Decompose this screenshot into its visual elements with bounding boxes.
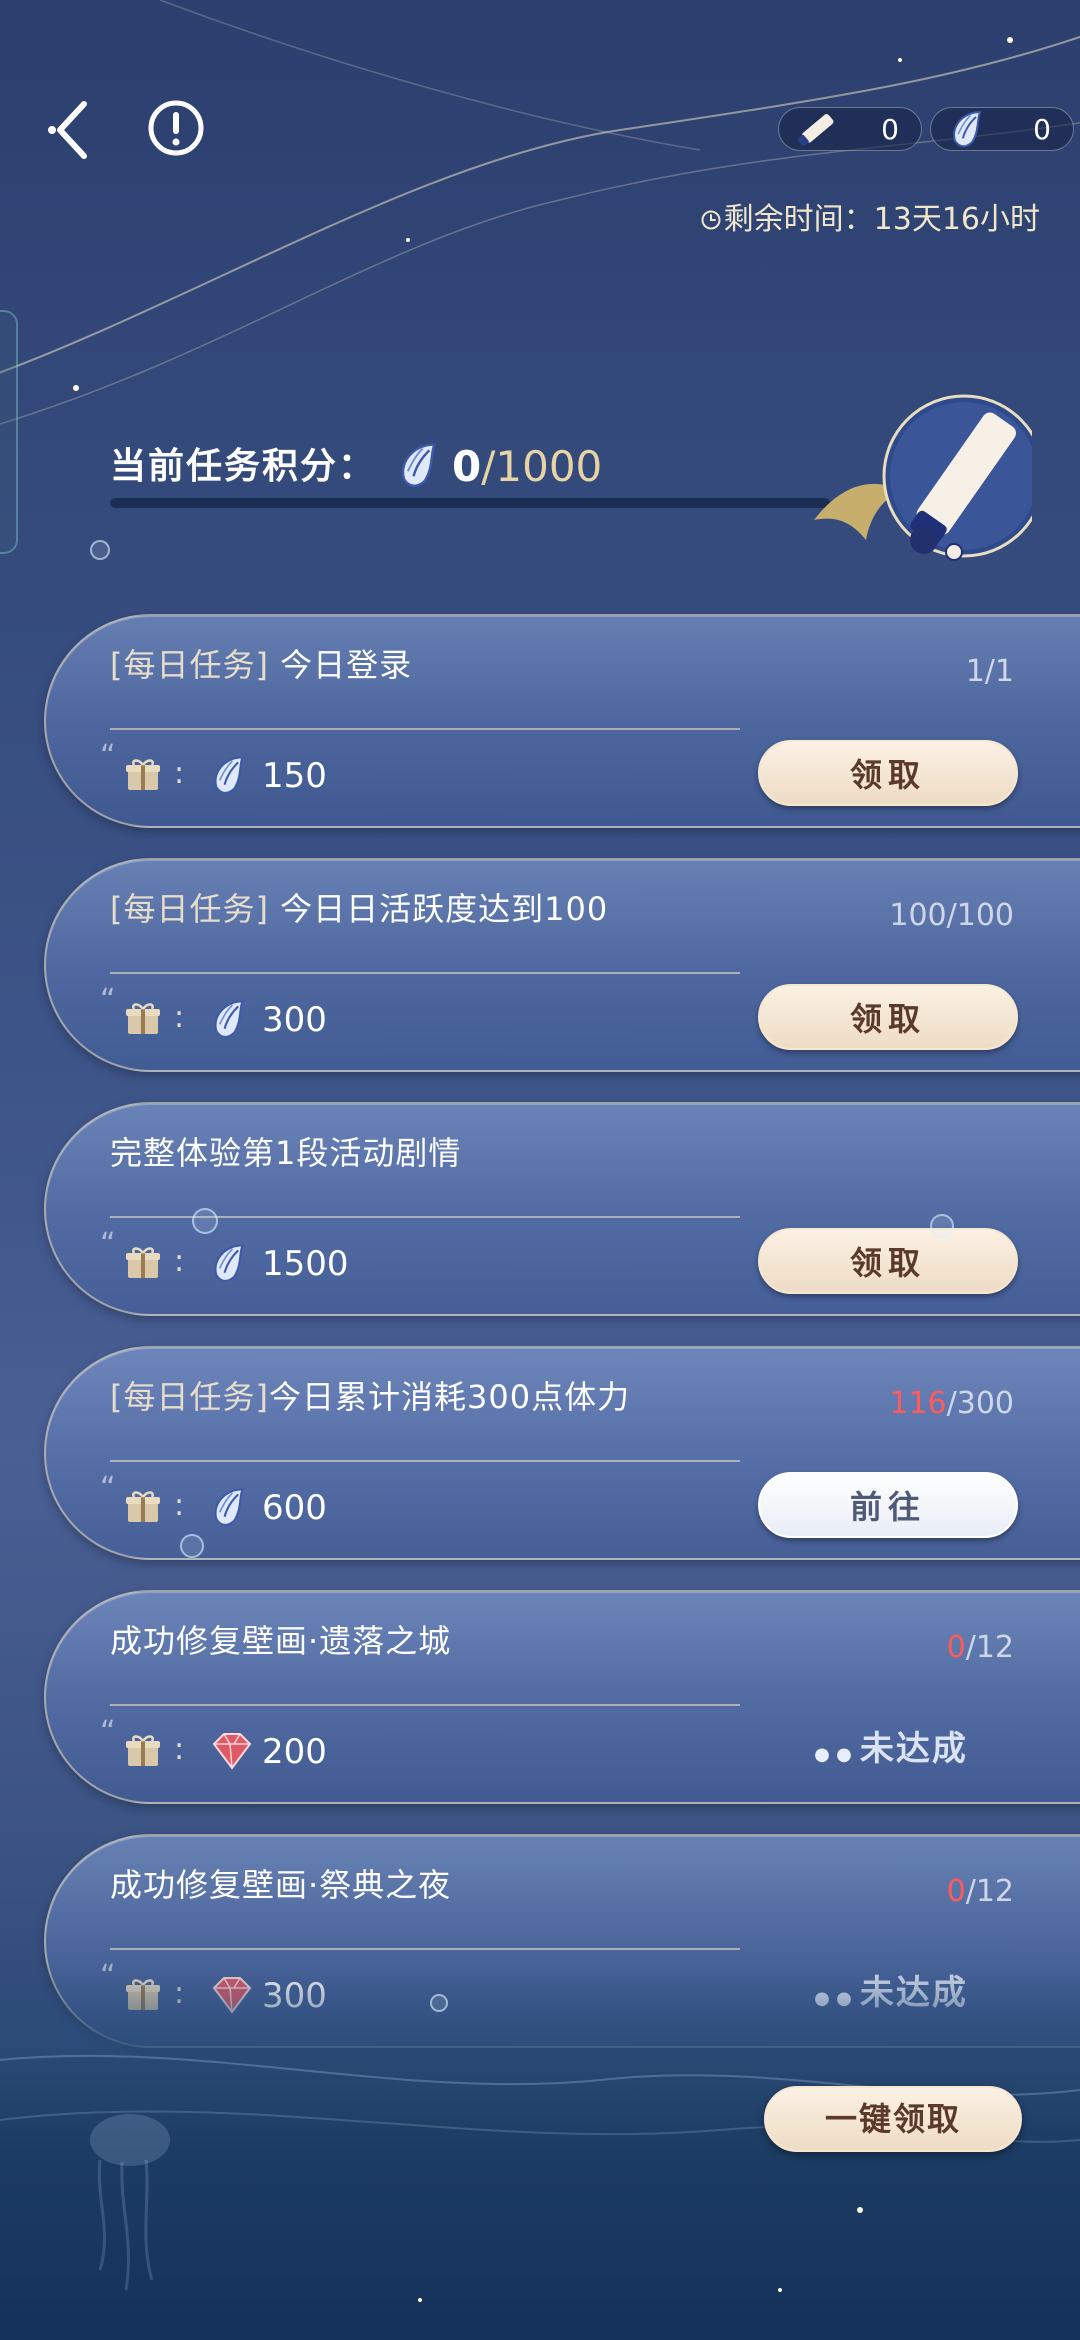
quote-mark-icon: “ (100, 1471, 116, 1506)
task-title: 成功修复壁画·遗落之城 (110, 1618, 730, 1664)
conch-shell-icon (206, 994, 256, 1044)
task-progress-total: /12 (965, 1630, 1014, 1665)
task-title: [每日任务] 今日日活跃度达到100 (110, 886, 730, 932)
bubble-decoration (430, 1994, 448, 2012)
gift-icon (124, 1732, 162, 1770)
task-score-current: 0 (452, 442, 482, 491)
bubble-decoration (192, 1208, 218, 1234)
red-gem-icon (206, 1726, 256, 1776)
event-task-screen: 0 0 剩余时间：13天16小时 当前任务积分： 0/1000 [每日任务] 今… (0, 0, 1080, 2340)
currency-lotion-value: 0 (881, 113, 899, 146)
task-tag: [每日任务] (110, 890, 269, 928)
claim-button[interactable]: 领取 (758, 1228, 1018, 1294)
task-title: [每日任务]今日累计消耗300点体力 (110, 1374, 730, 1420)
quote-mark-icon: “ (100, 1715, 116, 1750)
reward-colon: : (174, 1000, 185, 1035)
status-dots-icon: ● ● (814, 1744, 852, 1765)
task-name: 完整体验第1段活动剧情 (110, 1134, 462, 1172)
remaining-time: 剩余时间：13天16小时 (700, 200, 1040, 240)
task-reward-amount: 200 (262, 1732, 327, 1772)
task-progress-current: 116 (889, 1386, 947, 1421)
task-progress: 1/1 (966, 652, 1014, 692)
currency-shell-counter[interactable]: 0 (930, 107, 1074, 151)
task-title: 完整体验第1段活动剧情 (110, 1130, 730, 1176)
claim-button[interactable]: 领取 (758, 984, 1018, 1050)
task-reward-amount: 150 (262, 756, 327, 796)
conch-shell-icon (206, 1238, 256, 1288)
task-progress-current: 0 (946, 1874, 966, 1909)
task-progress-total: /100 (946, 898, 1014, 933)
reward-colon: : (174, 1244, 185, 1279)
water-jellyfish-decoration (0, 2054, 1080, 2302)
gift-icon (124, 756, 162, 794)
quote-mark-icon: “ (100, 983, 116, 1018)
bubble-decoration (180, 1534, 204, 1558)
task-progress: 0/12 (947, 1872, 1014, 1912)
reward-colon: : (174, 1488, 185, 1523)
task-name: 今日登录 (268, 646, 413, 684)
lotion-tube-reward-icon[interactable] (800, 390, 1032, 570)
currency-lotion-counter[interactable]: 0 (778, 107, 922, 151)
task-title: [每日任务] 今日登录 (110, 642, 730, 688)
quote-mark-icon: “ (100, 739, 116, 774)
task-card: 成功修复壁画·遗落之城 0/12 “: 200 ● ● 未达成 (44, 1590, 1080, 1804)
task-progress-current: 1 (965, 654, 985, 689)
conch-shell-icon (953, 111, 982, 148)
task-card: [每日任务] 今日日活跃度达到100 100/100 “: 300 领取 (44, 858, 1080, 1072)
claim-button[interactable]: 领取 (758, 740, 1018, 806)
gift-icon (124, 1244, 162, 1282)
remaining-time-value: 13天16小时 (873, 202, 1040, 237)
task-score-label: 当前任务积分： (110, 446, 377, 487)
task-score-progress-bar (110, 498, 830, 508)
task-card: [每日任务] 今日登录 1/1 “: 150 领取 (44, 614, 1080, 828)
gift-icon (124, 1488, 162, 1526)
task-progress: 100/100 (889, 896, 1014, 936)
claim-all-button[interactable]: 一键领取 (764, 2086, 1022, 2152)
task-reward-amount: 1500 (262, 1244, 349, 1284)
reward-colon: : (174, 1732, 185, 1767)
side-drawer-handle[interactable] (0, 310, 18, 554)
task-progress-total: /12 (965, 1874, 1014, 1909)
task-tag: [每日任务] (110, 646, 269, 684)
task-progress-current: 100 (889, 898, 947, 933)
exclamation-circle-icon[interactable] (146, 98, 206, 158)
clock-icon (701, 210, 721, 230)
task-title: 成功修复壁画·祭典之夜 (110, 1862, 730, 1908)
task-reward-amount: 600 (262, 1488, 327, 1528)
task-progress-total: /1 (984, 654, 1014, 689)
task-status: ● ● 未达成 (786, 1716, 996, 1782)
task-reward-amount: 300 (262, 1000, 327, 1040)
task-score-value: 0/1000 (452, 440, 602, 494)
back-arrow-icon[interactable] (46, 98, 102, 162)
bubble-decoration (90, 540, 110, 560)
reward-colon: : (174, 756, 185, 791)
gift-icon (124, 1000, 162, 1038)
task-progress-total: /300 (946, 1386, 1014, 1421)
task-card: [每日任务]今日累计消耗300点体力 116/300 “: 600 前往 (44, 1346, 1080, 1560)
currency-shell-value: 0 (1033, 113, 1051, 146)
remaining-time-label: 剩余时间： (723, 202, 874, 237)
task-tag: [每日任务] (110, 1378, 269, 1416)
task-divider (110, 972, 740, 974)
task-progress-current: 0 (946, 1630, 966, 1665)
conch-shell-icon (401, 443, 437, 487)
task-name: 今日累计消耗300点体力 (268, 1378, 631, 1416)
task-progress: 116/300 (889, 1384, 1014, 1424)
bubble-decoration (930, 1214, 954, 1238)
task-divider (110, 1948, 740, 1950)
task-name: 成功修复壁画·遗落之城 (110, 1622, 452, 1660)
task-progress: 0/12 (947, 1628, 1014, 1668)
goto-button[interactable]: 前往 (758, 1472, 1018, 1538)
task-name: 今日日活跃度达到100 (268, 890, 609, 928)
task-divider (110, 728, 740, 730)
task-status-label: 未达成 (859, 1729, 968, 1769)
task-divider (110, 1704, 740, 1706)
quote-mark-icon: “ (100, 1227, 116, 1262)
task-score-max: /1000 (481, 442, 603, 491)
conch-shell-icon (206, 1482, 256, 1532)
lotion-tube-icon (797, 114, 834, 147)
conch-shell-icon (206, 750, 256, 800)
task-name: 成功修复壁画·祭典之夜 (110, 1866, 452, 1904)
task-divider (110, 1460, 740, 1462)
